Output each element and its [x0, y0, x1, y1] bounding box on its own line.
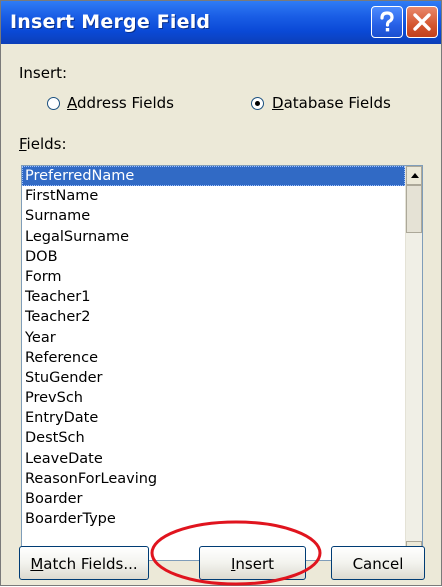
- scroll-up-button[interactable]: [406, 166, 422, 185]
- fields-label: Fields:: [19, 135, 67, 153]
- arrow-up-icon: [411, 173, 419, 178]
- database-fields-radio[interactable]: [251, 97, 264, 110]
- list-item[interactable]: EntryDate: [22, 408, 405, 428]
- vertical-scrollbar[interactable]: [405, 166, 422, 560]
- list-item[interactable]: Teacher2: [22, 307, 405, 327]
- insert-label: Insert:: [19, 64, 68, 82]
- list-item[interactable]: DOB: [22, 247, 405, 267]
- help-button[interactable]: [371, 6, 403, 38]
- title-bar[interactable]: Insert Merge Field: [1, 1, 441, 44]
- database-fields-label[interactable]: Database Fields: [272, 94, 391, 112]
- address-fields-label[interactable]: Address Fields: [67, 94, 174, 112]
- list-item[interactable]: Boarder: [22, 489, 405, 509]
- list-item[interactable]: PrevSch: [22, 388, 405, 408]
- window-title: Insert Merge Field: [10, 11, 211, 33]
- list-item[interactable]: PreferredName: [22, 166, 405, 187]
- fields-list: PreferredName FirstName Surname LegalSurnam…: [22, 166, 405, 529]
- address-fields-radio[interactable]: [47, 97, 60, 110]
- list-item[interactable]: LeaveDate: [22, 449, 405, 469]
- help-icon: [380, 11, 394, 32]
- close-button[interactable]: [406, 6, 438, 38]
- list-item[interactable]: Reference: [22, 348, 405, 368]
- list-item[interactable]: ReasonForLeaving: [22, 469, 405, 489]
- list-item[interactable]: Teacher1: [22, 287, 405, 307]
- cancel-button[interactable]: Cancel: [331, 546, 425, 580]
- insert-button[interactable]: Insert: [199, 546, 306, 580]
- list-item[interactable]: Surname: [22, 206, 405, 226]
- match-fields-button[interactable]: Match Fields...: [19, 546, 149, 580]
- fields-listbox[interactable]: PreferredName FirstName Surname LegalSurnam…: [21, 165, 423, 561]
- list-item[interactable]: Form: [22, 267, 405, 287]
- list-item[interactable]: LegalSurname: [22, 227, 405, 247]
- list-item[interactable]: Year: [22, 328, 405, 348]
- scroll-thumb[interactable]: [406, 185, 422, 233]
- list-item[interactable]: BoarderType: [22, 509, 405, 529]
- list-item[interactable]: StuGender: [22, 368, 405, 388]
- list-item[interactable]: FirstName: [22, 186, 405, 206]
- list-item[interactable]: DestSch: [22, 428, 405, 448]
- insert-merge-field-dialog: Insert Merge Field Insert: Address Field…: [0, 0, 442, 586]
- radio-selected-dot: [255, 101, 260, 106]
- close-icon: [413, 13, 431, 31]
